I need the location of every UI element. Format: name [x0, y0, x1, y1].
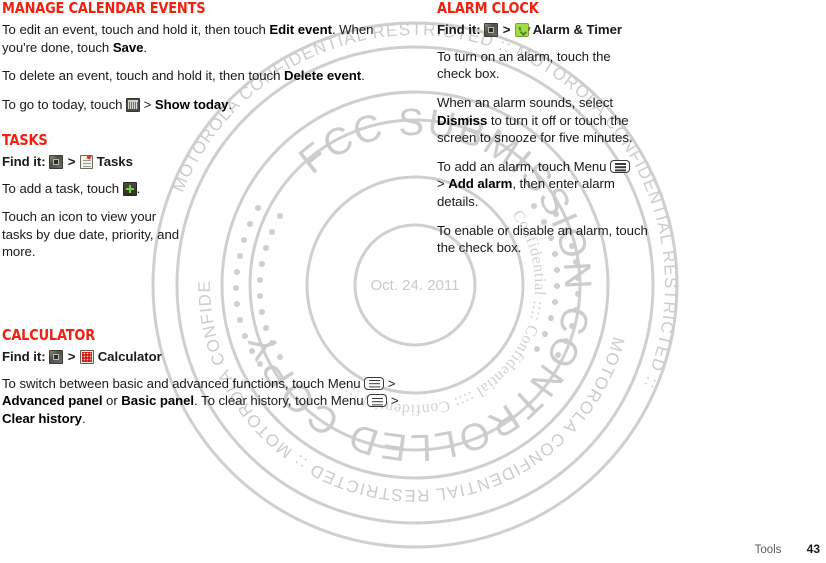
- section-tasks: Tasks Find it: > Tasks To add a task, to…: [2, 130, 402, 261]
- section-title-tasks: Tasks: [2, 130, 48, 149]
- paragraph-switch-panels: To switch between basic and advanced fun…: [2, 375, 399, 426]
- section-title-manage-calendar-events: Manage calendar events: [2, 0, 206, 17]
- emphasis-text: Advanced panel: [2, 393, 103, 409]
- emphasis-text: Dismiss: [437, 112, 488, 128]
- section-title-calculator: Calculator: [2, 325, 96, 344]
- paragraph-turn-on-alarm: To turn on an alarm, touch the check box…: [437, 48, 611, 82]
- find-it-separator: >: [502, 22, 511, 38]
- paragraph-add-task: To add a task, touch .: [2, 180, 141, 196]
- add-icon[interactable]: [122, 181, 137, 196]
- emphasis-text: Add alarm: [448, 176, 513, 192]
- paragraph-enable-disable-alarm: To enable or disable an alarm, touch the…: [437, 222, 648, 256]
- section-calculator: Calculator Find it: > Calculator To swit…: [2, 327, 402, 428]
- menu-icon[interactable]: [367, 394, 388, 408]
- find-it-separator: >: [67, 349, 76, 365]
- footer-section-label: Tools: [754, 544, 782, 556]
- menu-icon[interactable]: [610, 159, 631, 173]
- emphasis-text: Clear history: [2, 410, 82, 426]
- alarm-timer-icon[interactable]: [515, 23, 530, 38]
- find-it-separator: >: [67, 153, 76, 169]
- paragraph-alarm-sounds: When an alarm sounds, select Dismiss to …: [437, 95, 633, 146]
- page-footer: Tools 43: [755, 542, 820, 556]
- find-it-alarm-clock: Find it: > Alarm & Timer: [437, 21, 777, 39]
- find-it-app-label: Alarm & Timer: [532, 22, 622, 38]
- section-title-alarm-clock: Alarm clock: [437, 0, 539, 17]
- apps-icon[interactable]: [484, 23, 499, 38]
- left-column: Manage calendar events To edit an event,…: [2, 0, 402, 439]
- find-it-app-label: Calculator: [97, 349, 162, 365]
- paragraph-edit-event: To edit an event, touch and hold it, the…: [2, 22, 374, 55]
- calculator-icon[interactable]: [80, 350, 95, 365]
- apps-icon[interactable]: [49, 350, 64, 365]
- calendar-icon[interactable]: [126, 98, 141, 113]
- manual-page: Manage calendar events To edit an event,…: [0, 0, 826, 563]
- emphasis-text: Edit event: [269, 22, 332, 38]
- right-column: Alarm clock Find it: > Alarm & Timer To …: [437, 0, 777, 268]
- find-it-app-label: Tasks: [96, 153, 133, 169]
- find-it-label: Find it:: [2, 153, 46, 169]
- find-it-tasks: Find it: > Tasks: [2, 153, 402, 171]
- section-alarm-clock: Alarm clock Find it: > Alarm & Timer To …: [437, 0, 777, 257]
- apps-icon[interactable]: [49, 154, 64, 169]
- find-it-label: Find it:: [2, 349, 46, 365]
- emphasis-text: Delete event: [283, 68, 362, 84]
- footer-page-number: 43: [806, 542, 820, 556]
- paragraph-delete-event: To delete an event, touch and hold it, t…: [2, 68, 365, 84]
- section-manage-calendar-events: Manage calendar events To edit an event,…: [2, 0, 402, 114]
- menu-icon[interactable]: [364, 376, 385, 390]
- emphasis-text: Show today: [154, 97, 229, 113]
- emphasis-text: Save: [112, 39, 144, 55]
- find-it-label: Find it:: [437, 22, 481, 38]
- tasks-icon[interactable]: [80, 154, 94, 169]
- emphasis-text: Basic panel: [121, 393, 195, 409]
- paragraph-add-alarm: To add an alarm, touch Menu > Add alarm,…: [437, 158, 635, 211]
- paragraph-go-to-today: To go to today, touch > Show today.: [2, 97, 233, 113]
- find-it-calculator: Find it: > Calculator: [2, 348, 402, 366]
- paragraph-view-tasks: Touch an icon to view your tasks by due …: [2, 209, 180, 260]
